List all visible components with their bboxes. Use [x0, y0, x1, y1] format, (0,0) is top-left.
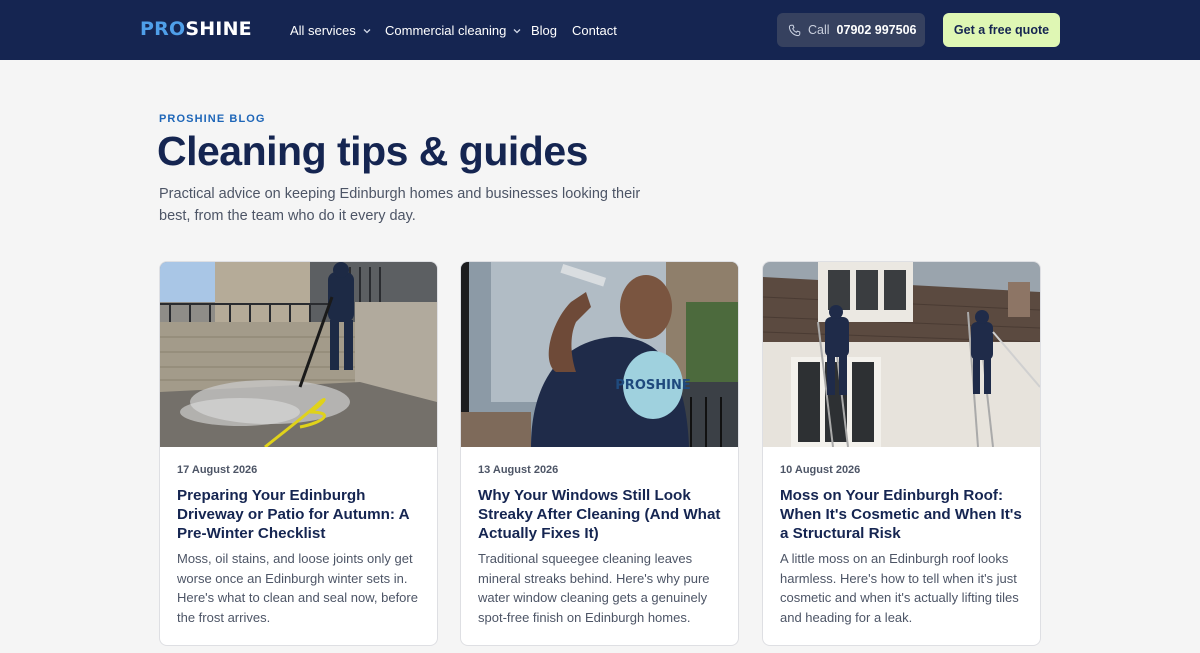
post-title[interactable]: Preparing Your Edinburgh Driveway or Pat…: [177, 486, 427, 543]
window-cleaning-photo: PROSHINE: [461, 262, 738, 447]
blog-card-windows[interactable]: PROSHINE 13 August 2026 Why Your Windows…: [460, 261, 739, 646]
proshine-vest-logo: PROSHINE: [615, 378, 690, 393]
page-intro: Practical advice on keeping Edinburgh ho…: [159, 186, 641, 224]
post-date: 17 August 2026: [177, 464, 258, 476]
page-title: Cleaning tips & guides: [157, 128, 588, 174]
call-button[interactable]: Call 07902 997506: [777, 13, 925, 47]
call-label: Call: [808, 23, 830, 37]
nav-blog[interactable]: Blog: [531, 23, 557, 38]
post-excerpt: Traditional squeegee cleaning leaves min…: [478, 551, 710, 625]
nav-all-services[interactable]: All services: [290, 23, 372, 38]
post-date: 13 August 2026: [478, 464, 559, 476]
phone-icon: [788, 24, 801, 36]
roof-moss-cleaning-photo: [763, 262, 1040, 447]
blog-card-driveway[interactable]: 17 August 2026 Preparing Your Edinburgh …: [159, 261, 438, 646]
nav-all-services-label: All services: [290, 23, 356, 38]
logo-shine-text: SHINE: [185, 18, 252, 40]
nav-blog-label: Blog: [531, 23, 558, 38]
site-logo[interactable]: PROSHINE: [140, 18, 252, 40]
post-excerpt: Moss, oil stains, and loose joints only …: [177, 551, 418, 625]
blog-eyebrow: PROSHINE BLOG: [159, 113, 266, 125]
blog-card-roof-moss[interactable]: 10 August 2026 Moss on Your Edinburgh Ro…: [762, 261, 1041, 646]
chevron-down-icon: [513, 28, 521, 33]
post-title[interactable]: Why Your Windows Still Look Streaky Afte…: [478, 486, 728, 543]
nav-commercial-cleaning[interactable]: Commercial cleaning: [385, 23, 522, 38]
logo-pro-text: PRO: [140, 18, 186, 40]
nav-commercial-cleaning-label: Commercial cleaning: [385, 23, 507, 38]
chevron-down-icon: [363, 28, 371, 33]
site-header: PROSHINE All services Commercial cleanin…: [0, 0, 1200, 60]
post-title[interactable]: Moss on Your Edinburgh Roof: When It's C…: [780, 486, 1030, 543]
get-quote-label: Get a free quote: [953, 23, 1050, 37]
post-date: 10 August 2026: [780, 464, 861, 476]
nav-contact-label: Contact: [572, 23, 617, 38]
nav-contact[interactable]: Contact: [572, 23, 617, 38]
pressure-washing-patio-photo: [160, 262, 437, 447]
get-quote-button[interactable]: Get a free quote: [943, 13, 1060, 47]
post-excerpt: A little moss on an Edinburgh roof looks…: [780, 551, 1019, 625]
call-number: 07902 997506: [836, 23, 917, 37]
